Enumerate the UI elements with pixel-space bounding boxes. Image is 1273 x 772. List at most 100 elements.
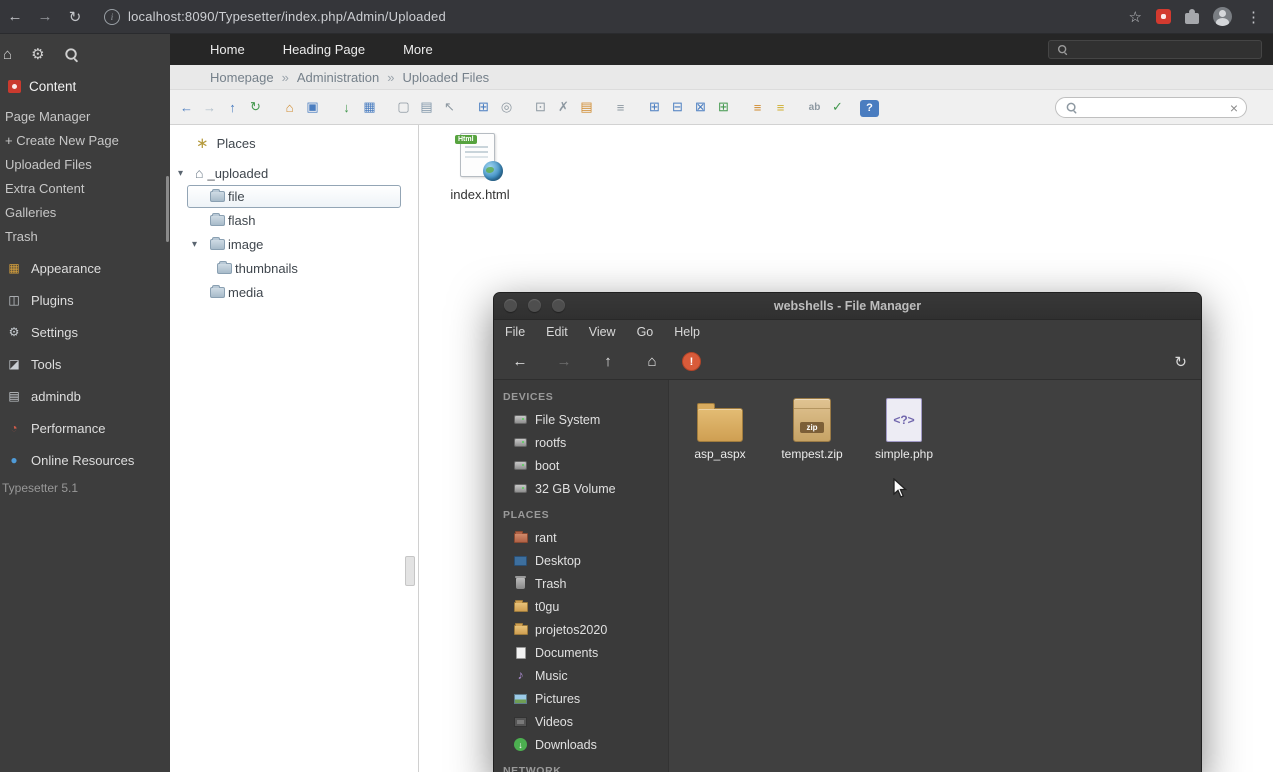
gear-icon[interactable]: ⚙ <box>31 45 44 63</box>
place-pictures[interactable]: Pictures <box>494 687 668 710</box>
toolbar-save-as-button[interactable]: ▤ <box>415 96 438 118</box>
site-search-input[interactable] <box>1070 40 1255 59</box>
toolbar-open-home-button[interactable]: ⌂ <box>278 96 301 118</box>
extensions-puzzle-icon[interactable] <box>1185 13 1199 24</box>
bookmark-star-icon[interactable]: ☆ <box>1129 8 1142 26</box>
search-icon[interactable] <box>64 47 78 61</box>
sidebar-scrollbar[interactable] <box>166 176 169 242</box>
nav-item-home[interactable]: Home <box>210 42 245 57</box>
browser-forward-icon[interactable]: → <box>30 8 60 25</box>
clear-search-icon[interactable]: × <box>1230 101 1238 115</box>
toolbar-confirm-button[interactable]: ✓ <box>826 96 849 118</box>
toolbar-up-button[interactable]: ↑ <box>221 96 244 118</box>
toolbar-text-file-button[interactable]: ≡ <box>609 96 632 118</box>
fm-forward-button[interactable]: → <box>550 349 578 375</box>
nav-item-more[interactable]: More <box>403 42 433 57</box>
fm-home-button[interactable]: ⌂ <box>638 349 666 375</box>
toolbar-align-right-button[interactable]: ≡ <box>769 96 792 118</box>
fm-back-button[interactable]: ← <box>506 349 534 375</box>
place-rant[interactable]: rant <box>494 526 668 549</box>
tree-item-thumbnails[interactable]: thumbnails <box>170 256 418 280</box>
profile-avatar[interactable] <box>1213 7 1232 26</box>
collapse-caret-icon[interactable]: ▾ <box>178 168 183 179</box>
sidebar-item-uploaded-files[interactable]: Uploaded Files <box>0 153 170 177</box>
toolbar-align-left-button[interactable]: ≡ <box>746 96 769 118</box>
sidebar-item-settings[interactable]: ⚙ Settings <box>0 316 170 348</box>
collapse-caret-icon[interactable]: ▾ <box>192 239 197 250</box>
address-bar[interactable]: localhost:8090/Typesetter/index.php/Admi… <box>128 9 446 24</box>
toolbar-table-resize-button[interactable]: ⊞ <box>712 96 735 118</box>
fm-file-simple-php[interactable]: <?> simple.php <box>859 392 949 461</box>
breadcrumb-administration[interactable]: Administration <box>297 70 379 85</box>
tree-item-media[interactable]: media <box>170 280 418 304</box>
panel-resize-handle[interactable] <box>405 556 415 586</box>
toolbar-help-button[interactable]: ? <box>860 100 879 117</box>
device-boot[interactable]: boot <box>494 454 668 477</box>
sidebar-item-tools[interactable]: ◪ Tools <box>0 348 170 380</box>
toolbar-table-delete-button[interactable]: ⊠ <box>689 96 712 118</box>
toolbar-grid-view-button[interactable]: ⊞ <box>472 96 495 118</box>
toolbar-back-button[interactable]: ← <box>175 96 198 118</box>
file-item-index-html[interactable]: Html index.html <box>432 133 528 202</box>
menu-view[interactable]: View <box>589 325 616 339</box>
sidebar-item-extra-content[interactable]: Extra Content <box>0 177 170 201</box>
site-info-icon[interactable]: i <box>104 9 120 25</box>
toolbar-table-button[interactable]: ⊞ <box>643 96 666 118</box>
sidebar-item-online-resources[interactable]: ● Online Resources <box>0 444 170 476</box>
window-maximize-button[interactable] <box>552 299 565 312</box>
sidebar-item-page-manager[interactable]: Page Manager <box>0 105 170 129</box>
nav-item-heading-page[interactable]: Heading Page <box>283 42 365 57</box>
extension-icon[interactable] <box>1156 9 1171 24</box>
menu-file[interactable]: File <box>505 325 525 339</box>
toolbar-copy-button[interactable]: ⊡ <box>529 96 552 118</box>
toolbar-preview-button[interactable]: ◎ <box>495 96 518 118</box>
toolbar-paste-button[interactable]: ▤ <box>575 96 598 118</box>
browser-reload-icon[interactable]: ↻ <box>60 8 90 26</box>
place-videos[interactable]: Videos <box>494 710 668 733</box>
place-desktop[interactable]: Desktop <box>494 549 668 572</box>
device-rootfs[interactable]: rootfs <box>494 431 668 454</box>
toolbar-search-input[interactable] <box>1079 100 1230 116</box>
fm-file-asp-aspx[interactable]: asp_aspx <box>675 392 765 461</box>
place-projetos2020[interactable]: projetos2020 <box>494 618 668 641</box>
toolbar-forward-button[interactable]: → <box>198 96 221 118</box>
sidebar-item-admindb[interactable]: ▤ admindb <box>0 380 170 412</box>
toolbar-pointer-button[interactable]: ↖ <box>438 96 461 118</box>
toolbar-download-button[interactable]: ↓ <box>335 96 358 118</box>
place-music[interactable]: ♪ Music <box>494 664 668 687</box>
sidebar-item-create-new-page[interactable]: + Create New Page <box>0 129 170 153</box>
breadcrumb-uploaded-files[interactable]: Uploaded Files <box>402 70 489 85</box>
sidebar-section-content[interactable]: Content <box>0 76 170 103</box>
tree-item-image[interactable]: ▾ image <box>170 232 418 256</box>
window-close-button[interactable] <box>504 299 517 312</box>
toolbar-save-button[interactable]: ▦ <box>358 96 381 118</box>
menu-help[interactable]: Help <box>674 325 700 339</box>
sidebar-item-appearance[interactable]: ▦ Appearance <box>0 252 170 284</box>
warning-icon[interactable]: ! <box>682 352 701 371</box>
place-documents[interactable]: Documents <box>494 641 668 664</box>
tree-item-places[interactable]: ∗ Places <box>170 131 418 155</box>
place-downloads[interactable]: ↓ Downloads <box>494 733 668 756</box>
sidebar-item-galleries[interactable]: Galleries <box>0 201 170 225</box>
toolbar-view-display-button[interactable]: ▣ <box>301 96 324 118</box>
fm-file-tempest-zip[interactable]: zip tempest.zip <box>767 392 857 461</box>
tree-item-uploaded-root[interactable]: ▾ ⌂ _uploaded <box>170 161 418 185</box>
browser-back-icon[interactable]: ← <box>0 8 30 25</box>
toolbar-cut-button[interactable]: ✗ <box>552 96 575 118</box>
menu-edit[interactable]: Edit <box>546 325 568 339</box>
toolbar-table-insert-button[interactable]: ⊟ <box>666 96 689 118</box>
fm-up-button[interactable]: ↑ <box>594 349 622 375</box>
menu-go[interactable]: Go <box>637 325 654 339</box>
window-titlebar[interactable]: webshells - File Manager <box>494 293 1201 320</box>
window-minimize-button[interactable] <box>528 299 541 312</box>
place-t0gu[interactable]: t0gu <box>494 595 668 618</box>
toolbar-rename-button[interactable]: ab <box>803 96 826 118</box>
device-file-system[interactable]: File System <box>494 408 668 431</box>
sidebar-item-performance[interactable]: ◔ Performance <box>0 412 170 444</box>
sidebar-item-trash[interactable]: Trash <box>0 225 170 249</box>
home-icon[interactable]: ⌂ <box>3 46 12 63</box>
fm-refresh-button[interactable]: ↻ <box>1174 353 1187 371</box>
breadcrumb-homepage[interactable]: Homepage <box>210 70 274 85</box>
tree-item-flash[interactable]: flash <box>170 208 418 232</box>
tree-item-file-selected[interactable]: file <box>187 185 401 208</box>
